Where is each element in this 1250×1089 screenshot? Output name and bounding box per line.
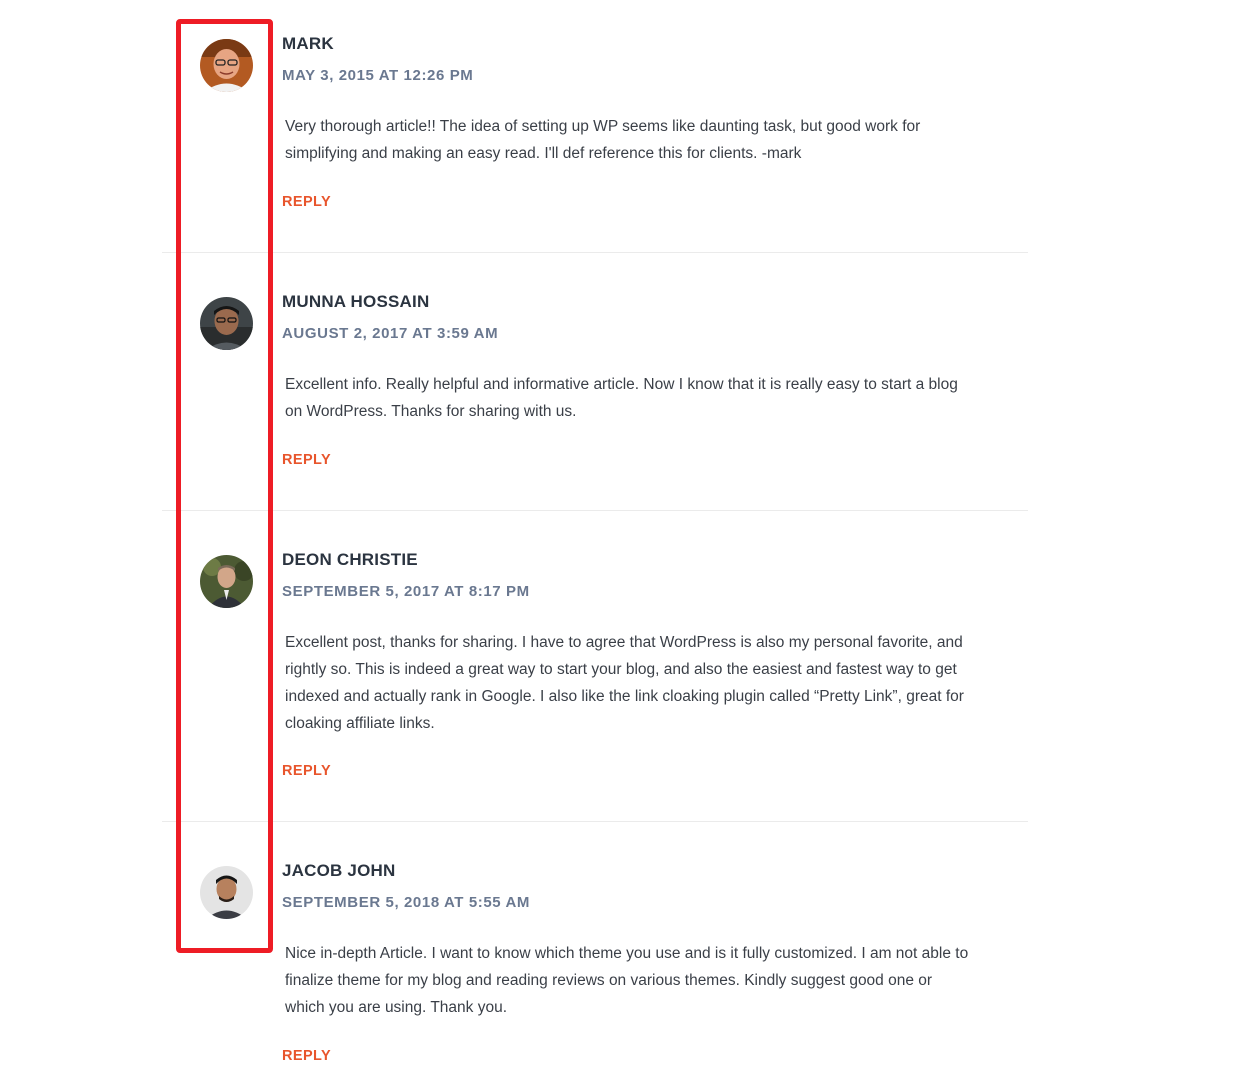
comment-body: Nice in-depth Article. I want to know wh… xyxy=(285,945,969,1016)
comment-author[interactable]: MUNNA HOSSAIN xyxy=(282,292,429,312)
comment-divider xyxy=(162,510,1028,511)
comment-date[interactable]: AUGUST 2, 2017 AT 3:59 AM xyxy=(282,325,498,343)
comment-author[interactable]: DEON CHRISTIE xyxy=(282,550,418,570)
comment-divider xyxy=(162,821,1028,822)
reply-button[interactable]: REPLY xyxy=(282,1047,331,1065)
avatar[interactable] xyxy=(200,39,253,92)
reply-button[interactable]: REPLY xyxy=(282,451,331,469)
comment-date[interactable]: MAY 3, 2015 AT 12:26 PM xyxy=(282,67,473,85)
comment-date[interactable]: SEPTEMBER 5, 2017 AT 8:17 PM xyxy=(282,583,530,601)
reply-button[interactable]: REPLY xyxy=(282,762,331,780)
comment-date[interactable]: SEPTEMBER 5, 2018 AT 5:55 AM xyxy=(282,894,530,912)
comment-body: Excellent post, thanks for sharing. I ha… xyxy=(285,634,964,732)
comment-body: Very thorough article!! The idea of sett… xyxy=(285,118,921,162)
comment-divider xyxy=(162,252,1028,253)
comment-author[interactable]: MARK xyxy=(282,34,334,54)
avatar[interactable] xyxy=(200,297,253,350)
avatar-munna-hossain-icon xyxy=(200,297,253,350)
avatar-deon-christie-icon xyxy=(200,555,253,608)
comment-body: Excellent info. Really helpful and infor… xyxy=(285,376,958,420)
avatar[interactable] xyxy=(200,866,253,919)
avatar-jacob-john-icon xyxy=(200,866,253,919)
comment-author[interactable]: JACOB JOHN xyxy=(282,861,395,881)
comment-list: MARK MAY 3, 2015 AT 12:26 PM Very thorou… xyxy=(0,0,1250,1089)
reply-button[interactable]: REPLY xyxy=(282,193,331,211)
avatar-mark-icon xyxy=(200,39,253,92)
avatar[interactable] xyxy=(200,555,253,608)
